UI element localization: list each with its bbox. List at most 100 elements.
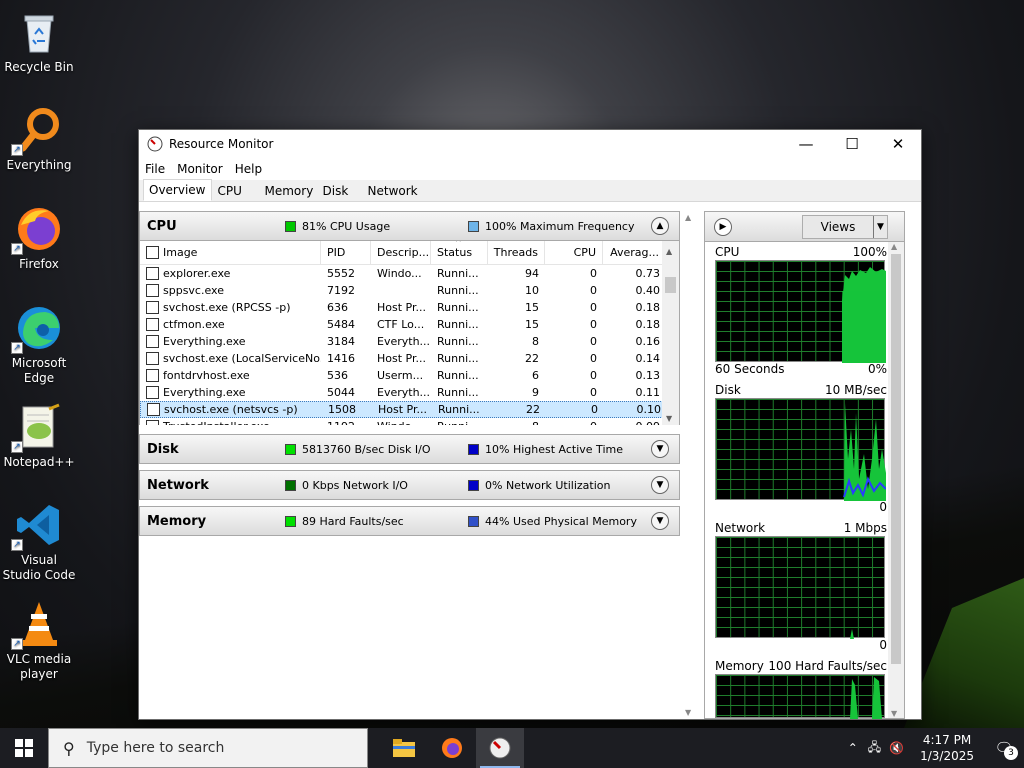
- row-checkbox[interactable]: [146, 284, 159, 297]
- column-status[interactable]: Status ^: [431, 241, 488, 265]
- taskbar-clock[interactable]: 4:17 PM 1/3/2025: [910, 732, 984, 764]
- menu-monitor[interactable]: Monitor: [177, 162, 223, 176]
- scroll-up-icon[interactable]: ▲: [891, 242, 897, 251]
- row-checkbox[interactable]: [146, 267, 159, 280]
- tab-memory[interactable]: Memory: [259, 181, 317, 201]
- taskbar-search-box[interactable]: ⚲ Type here to search: [48, 728, 368, 768]
- tab-cpu[interactable]: CPU: [212, 181, 259, 201]
- taskbar-file-explorer[interactable]: [380, 728, 428, 768]
- expand-chevron-down-icon[interactable]: ▼: [651, 440, 669, 458]
- graph-title: Disk: [715, 383, 741, 397]
- row-checkbox[interactable]: [146, 301, 159, 314]
- column-average[interactable]: Averag...: [603, 241, 666, 265]
- scrollbar-thumb[interactable]: [665, 277, 676, 293]
- column-cpu[interactable]: CPU: [545, 241, 603, 265]
- row-checkbox[interactable]: [146, 420, 159, 425]
- row-checkbox[interactable]: [147, 403, 160, 416]
- table-row[interactable]: Everything.exe 5044 Everyth... Runni... 9 0 0.…: [140, 384, 679, 401]
- table-row[interactable]: svchost.exe (netsvcs -p) 1508 Host Pr... Ru…: [140, 401, 679, 418]
- disk-section-header[interactable]: Disk 5813760 B/sec Disk I/O 10% Highest …: [139, 434, 680, 464]
- scroll-down-icon[interactable]: ▼: [666, 414, 672, 423]
- edge-icon: ↗: [11, 304, 63, 354]
- start-button[interactable]: [0, 728, 48, 768]
- table-row[interactable]: ctfmon.exe 5484 CTF Lo... Runni... 15 0 0.18: [140, 316, 679, 333]
- table-row[interactable]: explorer.exe 5552 Windo... Runni... 94 0 0.73: [140, 265, 679, 282]
- table-cell: 94: [525, 267, 539, 280]
- action-center-button[interactable]: 🗨 3: [984, 728, 1024, 768]
- row-checkbox[interactable]: [146, 369, 159, 382]
- recycle-bin-icon: [15, 8, 63, 56]
- table-row[interactable]: Everything.exe 3184 Everyth... Runni... 8 0 0.…: [140, 333, 679, 350]
- collapse-chevron-up-icon[interactable]: ▲: [651, 217, 669, 235]
- table-row[interactable]: svchost.exe (LocalServiceNo... 1416 Host P…: [140, 350, 679, 367]
- column-pid[interactable]: PID: [321, 241, 371, 265]
- scroll-down-icon[interactable]: ▼: [685, 708, 691, 717]
- expand-chevron-down-icon[interactable]: ▼: [651, 476, 669, 494]
- tab-overview[interactable]: Overview: [143, 179, 212, 201]
- table-row[interactable]: TrustedInstaller.exe 1192Windo...Runni...…: [140, 418, 679, 425]
- memory-section-header[interactable]: Memory 89 Hard Faults/sec 44% Used Physi…: [139, 506, 680, 536]
- desktop-icon-everything[interactable]: ↗ Everything: [2, 106, 76, 173]
- menu-help[interactable]: Help: [235, 162, 262, 176]
- table-cell: 15: [525, 301, 539, 314]
- show-hidden-icons-chevron-icon[interactable]: ⌃: [848, 741, 858, 755]
- row-checkbox[interactable]: [146, 335, 159, 348]
- table-cell: 536: [327, 369, 348, 382]
- table-scrollbar[interactable]: ▲ ▼: [662, 241, 679, 425]
- minimize-button[interactable]: —: [783, 130, 829, 158]
- volume-muted-icon[interactable]: 🔇: [889, 741, 904, 755]
- select-all-checkbox[interactable]: [146, 246, 159, 259]
- desktop-icon-firefox[interactable]: ↗ Firefox: [2, 205, 76, 272]
- table-row[interactable]: sppsvc.exe 7192 Runni... 10 0 0.40: [140, 282, 679, 299]
- column-image[interactable]: Image: [140, 241, 321, 265]
- scroll-down-icon[interactable]: ▼: [891, 709, 897, 718]
- expand-chevron-down-icon[interactable]: ▼: [651, 512, 669, 530]
- table-row[interactable]: svchost.exe (RPCSS -p) 636 Host Pr... Runni…: [140, 299, 679, 316]
- desktop-icon-vscode[interactable]: ↗ Visual Studio Code: [2, 501, 76, 583]
- left-pane-scrollbar[interactable]: ▲ ▼: [681, 211, 699, 719]
- table-cell: Runni...: [437, 386, 479, 399]
- cell-image: fontdrvhost.exe: [140, 369, 321, 382]
- tab-network[interactable]: Network: [362, 181, 420, 201]
- menu-file[interactable]: File: [145, 162, 165, 176]
- desktop-icon-vlc[interactable]: ↗ VLC media player: [2, 600, 76, 682]
- taskbar-firefox[interactable]: [428, 728, 476, 768]
- windows-logo-icon: [15, 739, 33, 757]
- desktop-icon-notepadpp[interactable]: ↗ Notepad++: [2, 403, 76, 470]
- taskbar-resource-monitor[interactable]: [476, 728, 524, 768]
- folder-icon: [393, 739, 415, 757]
- cell-image: explorer.exe: [140, 267, 321, 280]
- column-description[interactable]: Descrip...: [371, 241, 431, 265]
- maximize-button[interactable]: ☐: [829, 130, 875, 158]
- graph-footer-right: 0%: [867, 362, 887, 376]
- title-bar[interactable]: Resource Monitor — ☐ ✕: [139, 130, 921, 158]
- desktop-icon-recycle-bin[interactable]: Recycle Bin: [2, 8, 76, 75]
- desktop-icon-edge[interactable]: ↗ Microsoft Edge: [2, 304, 76, 386]
- tab-disk[interactable]: Disk: [317, 181, 362, 201]
- collapse-arrow-icon[interactable]: ▶: [714, 218, 732, 236]
- row-checkbox[interactable]: [146, 318, 159, 331]
- cell-image: sppsvc.exe: [140, 284, 321, 297]
- cpu-section-header[interactable]: CPU 81% CPU Usage 100% Maximum Frequency…: [139, 211, 680, 241]
- network-graph-plot: [715, 536, 885, 639]
- legend-swatch: [468, 220, 479, 232]
- scrollbar-thumb[interactable]: [891, 254, 901, 664]
- row-checkbox[interactable]: [146, 386, 159, 399]
- column-threads[interactable]: Threads: [488, 241, 545, 265]
- close-button[interactable]: ✕: [875, 130, 921, 158]
- table-cell: 5484: [327, 318, 355, 331]
- table-cell: Windo...: [371, 420, 431, 425]
- network-section-header[interactable]: Network 0 Kbps Network I/O 0% Network Ut…: [139, 470, 680, 500]
- row-checkbox[interactable]: [146, 352, 159, 365]
- views-dropdown[interactable]: Views ▼: [802, 215, 888, 239]
- table-row[interactable]: fontdrvhost.exe 536 Userm... Runni... 6 0 0.13: [140, 367, 679, 384]
- graph-scale: 100%: [852, 245, 887, 259]
- graphs-scrollbar[interactable]: ▲ ▼: [888, 242, 904, 718]
- scroll-up-icon[interactable]: ▲: [666, 247, 672, 256]
- cell-text: svchost.exe (RPCSS -p): [163, 301, 291, 314]
- scroll-up-icon[interactable]: ▲: [685, 213, 691, 222]
- vscode-icon: ↗: [11, 501, 63, 551]
- network-icon[interactable]: 🖧: [868, 738, 881, 759]
- table-cell: Runni...: [438, 403, 480, 416]
- desktop-icon-label: Microsoft Edge: [11, 356, 67, 385]
